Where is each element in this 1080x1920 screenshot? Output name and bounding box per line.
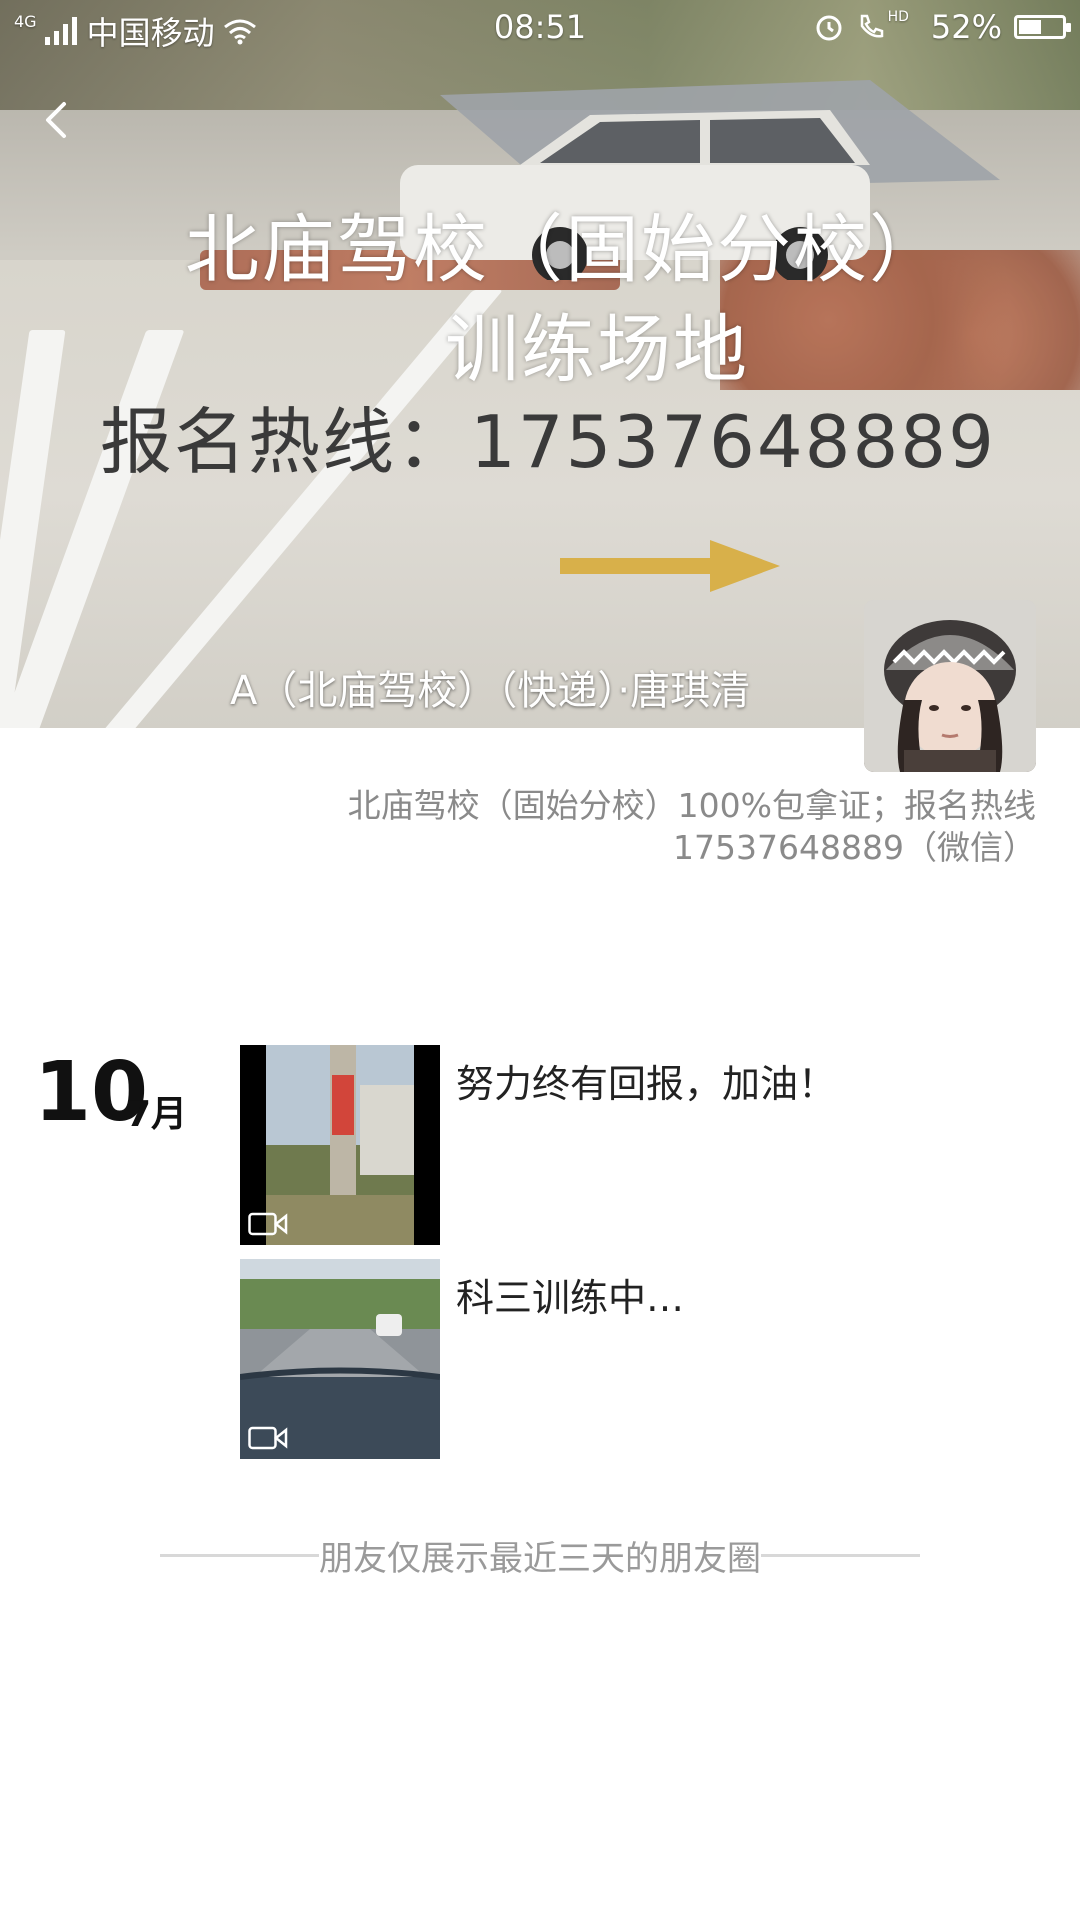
post-date-month: 7月 xyxy=(126,1094,188,1135)
post-caption[interactable]: 努力终有回报，加油！ xyxy=(456,1053,836,1108)
divider-line xyxy=(160,1553,319,1557)
bio-line-1: 北庙驾校（固始分校）100%包拿证；报名热线 xyxy=(347,786,1036,825)
post-caption[interactable]: 科三训练中… xyxy=(456,1267,684,1322)
back-icon[interactable] xyxy=(28,90,88,150)
hd-label: HD xyxy=(887,9,909,25)
avatar-image xyxy=(864,600,1036,772)
hd-call-icon xyxy=(860,14,883,38)
road-arrow-mark xyxy=(560,540,780,592)
battery-icon xyxy=(1014,15,1071,39)
profile-name: A（北庙驾校）（快递）·唐琪清 xyxy=(230,668,751,714)
visibility-notice-text: 朋友仅展示最近三天的朋友圈 xyxy=(319,1538,761,1579)
bio-line-2: 17537648889（微信） xyxy=(673,828,1036,867)
cover-hotline: 报名热线：17537648889 xyxy=(100,400,996,484)
avatar[interactable] xyxy=(864,600,1036,772)
post-video-thumbnail[interactable] xyxy=(240,1259,440,1459)
battery-percent: 52% xyxy=(930,8,1002,46)
alarm-icon xyxy=(816,15,842,41)
video-icon xyxy=(248,1426,288,1450)
profile-bio: 北庙驾校（固始分校）100%包拿证；报名热线 17537648889（微信） xyxy=(276,785,1036,869)
post-video-thumbnail[interactable] xyxy=(240,1045,440,1245)
cover-title: 北庙驾校（固始分校） xyxy=(185,207,945,293)
divider-line xyxy=(761,1553,920,1557)
video-icon xyxy=(248,1212,288,1236)
status-right: HD 52% xyxy=(814,8,1071,46)
cover-subtitle: 训练场地 xyxy=(445,307,749,393)
status-bar: 4G 中国移动 08:51 HD 52% xyxy=(0,0,1080,56)
battery-level xyxy=(1019,20,1041,34)
visibility-notice: 朋友仅展示最近三天的朋友圈 xyxy=(160,1535,920,1579)
